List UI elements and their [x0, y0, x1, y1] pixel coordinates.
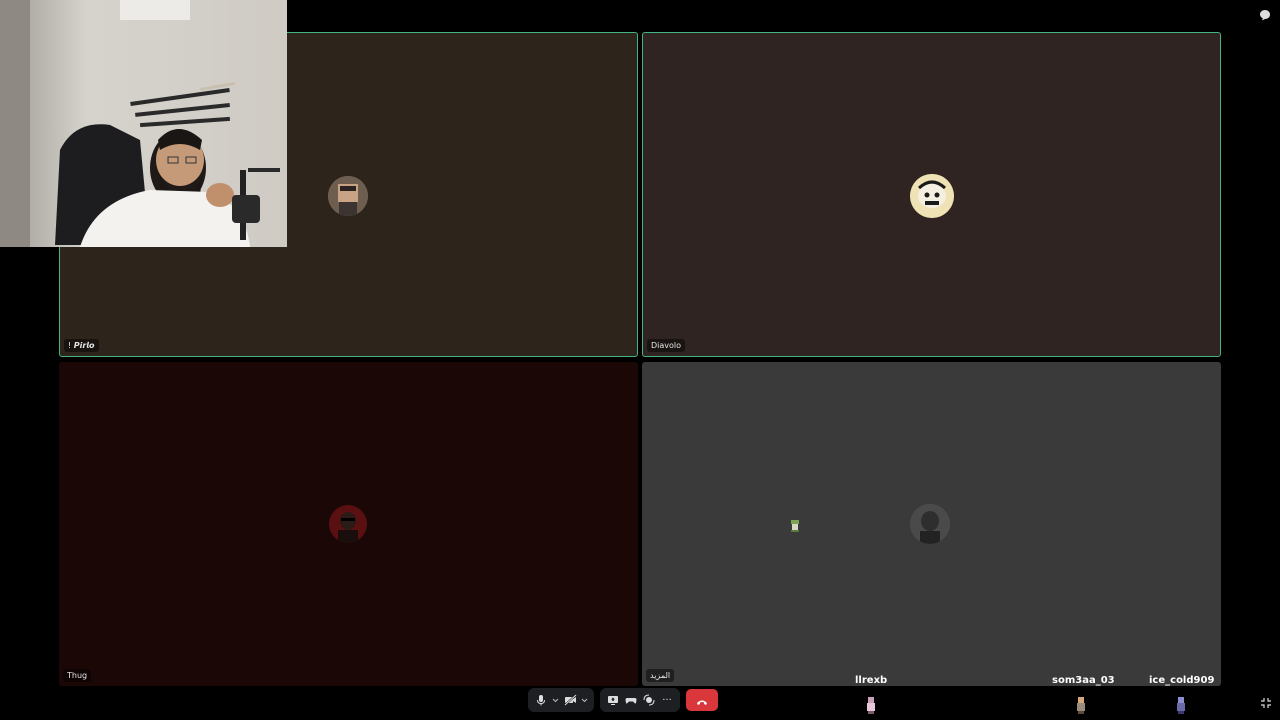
audio-video-group — [528, 688, 594, 712]
microphone-icon[interactable] — [534, 693, 548, 707]
chevron-down-icon[interactable] — [552, 693, 559, 707]
avatar — [910, 174, 954, 218]
viewer-name: som3aa_03 — [1052, 675, 1115, 686]
viewer-name: ice_cold909 — [1149, 675, 1215, 686]
participant-tile-thug[interactable]: Thug — [59, 362, 638, 686]
call-controls: ··· — [528, 688, 718, 712]
viewer-name: llrexb — [855, 675, 888, 686]
call-stage: ! 𝙋𝙞𝙧𝙡𝙤 Diavolo Thug المزيد ··· llrexb s… — [0, 0, 1280, 720]
phone-hangup-icon — [696, 691, 708, 710]
small-avatar — [789, 518, 801, 532]
avatar — [329, 505, 367, 543]
participant-tile-more[interactable]: المزيد — [642, 362, 1221, 686]
participant-tile-diavolo[interactable]: Diavolo — [642, 32, 1221, 357]
soundboard-icon[interactable] — [642, 693, 656, 707]
controller-icon[interactable] — [624, 693, 638, 707]
chat-icon[interactable] — [1259, 6, 1271, 21]
participant-name: ! 𝙋𝙞𝙧𝙡𝙤 — [64, 339, 99, 352]
camera-off-icon[interactable] — [563, 693, 577, 707]
participant-name: Thug — [63, 669, 92, 682]
webcam-video[interactable] — [0, 0, 287, 247]
more-label: ··· — [662, 694, 672, 706]
participant-name: المزيد — [646, 669, 675, 682]
exit-fullscreen-icon[interactable] — [1260, 694, 1272, 708]
avatar — [328, 176, 368, 216]
disconnect-button[interactable] — [686, 689, 718, 711]
screen-share-icon[interactable] — [606, 693, 620, 707]
ellipsis-icon[interactable]: ··· — [660, 693, 674, 707]
viewer-avatar — [1075, 696, 1087, 714]
viewer-avatar — [1175, 696, 1187, 714]
chevron-down-icon[interactable] — [581, 693, 588, 707]
viewer-avatar — [865, 696, 877, 714]
participant-name: Diavolo — [647, 339, 686, 352]
avatar — [910, 504, 950, 544]
activities-group: ··· — [600, 688, 680, 712]
